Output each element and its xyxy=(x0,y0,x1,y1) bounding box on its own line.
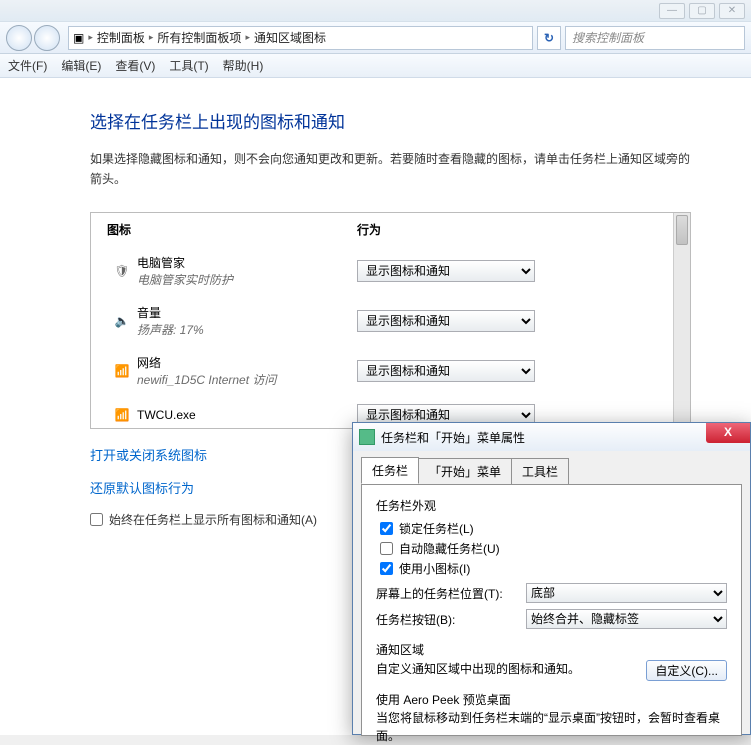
app-name: 网络 xyxy=(137,354,357,371)
shield-icon: 🛡 xyxy=(107,264,137,278)
app-subtitle: 电脑管家实时防护 xyxy=(137,271,357,288)
group-appearance: 任务栏外观 xyxy=(376,497,727,514)
small-icons-label: 使用小图标(I) xyxy=(399,560,470,577)
menu-view[interactable]: 查看(V) xyxy=(115,57,155,74)
menu-tools[interactable]: 工具(T) xyxy=(169,57,208,74)
chevron-icon: ▸ xyxy=(88,32,93,43)
app-name: 电脑管家 xyxy=(137,254,357,271)
maximize-button[interactable]: ▢ xyxy=(689,3,715,19)
tab-start-menu[interactable]: 「开始」菜单 xyxy=(418,458,512,485)
dialog-close-button[interactable]: X xyxy=(706,423,750,443)
app-subtitle: newifi_1D5C Internet 访问 xyxy=(137,371,357,388)
buttons-select[interactable]: 始终合并、隐藏标签 xyxy=(526,609,727,629)
tab-strip: 任务栏 「开始」菜单 工具栏 xyxy=(353,451,750,484)
scroll-thumb[interactable] xyxy=(676,215,688,245)
small-icons-checkbox[interactable] xyxy=(380,562,393,575)
autohide-label: 自动隐藏任务栏(U) xyxy=(399,540,500,557)
autohide-checkbox[interactable] xyxy=(380,542,393,555)
column-header-behavior: 行为 xyxy=(357,221,674,238)
tab-toolbars[interactable]: 工具栏 xyxy=(511,458,569,485)
dialog-title: 任务栏和「开始」菜单属性 xyxy=(381,429,525,446)
customize-button[interactable]: 自定义(C)... xyxy=(646,660,727,681)
table-row: 🛡 电脑管家 电脑管家实时防护 显示图标和通知 xyxy=(91,246,690,296)
crumb-notification-icons[interactable]: 通知区域图标 xyxy=(254,29,326,46)
notification-area-desc: 自定义通知区域中出现的图标和通知。 xyxy=(376,662,580,676)
app-name: TWCU.exe xyxy=(137,408,357,422)
menu-file[interactable]: 文件(F) xyxy=(8,57,47,74)
app-subtitle: 扬声器: 17% xyxy=(137,321,357,338)
page-description: 如果选择隐藏图标和通知，则不会向您通知更改和更新。若要随时查看隐藏的图标，请单击… xyxy=(90,149,691,190)
table-row: 🔈 音量 扬声器: 17% 显示图标和通知 xyxy=(91,296,690,346)
behavior-select[interactable]: 显示图标和通知 xyxy=(357,310,535,332)
dialog-titlebar[interactable]: 任务栏和「开始」菜单属性 X xyxy=(353,423,750,451)
chevron-icon: ▸ xyxy=(149,32,154,43)
minimize-button[interactable]: — xyxy=(659,3,685,19)
root-icon: ▣ xyxy=(73,31,84,45)
position-select[interactable]: 底部 xyxy=(526,583,727,603)
app-name: 音量 xyxy=(137,304,357,321)
menu-help[interactable]: 帮助(H) xyxy=(223,57,264,74)
crumb-all-items[interactable]: 所有控制面板项 xyxy=(157,29,241,46)
icon-behavior-grid: 图标 行为 🛡 电脑管家 电脑管家实时防护 显示图标和通知 🔈 音量 扬声器: … xyxy=(90,212,691,429)
refresh-button[interactable]: ↻ xyxy=(537,26,561,50)
scrollbar[interactable] xyxy=(673,213,690,428)
behavior-select[interactable]: 显示图标和通知 xyxy=(357,260,535,282)
aero-peek-title: 使用 Aero Peek 预览桌面 xyxy=(376,691,727,709)
aero-peek-desc: 当您将鼠标移动到任务栏末端的“显示桌面”按钮时，会暂时查看桌面。 xyxy=(376,709,727,745)
crumb-control-panel[interactable]: 控制面板 xyxy=(97,29,145,46)
tab-panel-taskbar: 任务栏外观 锁定任务栏(L) 自动隐藏任务栏(U) 使用小图标(I) 屏幕上的任… xyxy=(361,484,742,736)
lock-taskbar-label: 锁定任务栏(L) xyxy=(399,520,474,537)
signal-icon: 📶 xyxy=(107,408,137,422)
tab-taskbar[interactable]: 任务栏 xyxy=(361,457,419,484)
position-label: 屏幕上的任务栏位置(T): xyxy=(376,585,526,602)
forward-button[interactable] xyxy=(34,25,60,51)
close-button[interactable]: ✕ xyxy=(719,3,745,19)
search-input[interactable]: 搜索控制面板 xyxy=(565,26,745,50)
always-show-checkbox[interactable] xyxy=(90,513,103,526)
lock-taskbar-checkbox[interactable] xyxy=(380,522,393,535)
always-show-label: 始终在任务栏上显示所有图标和通知(A) xyxy=(109,511,317,528)
back-button[interactable] xyxy=(6,25,32,51)
menu-bar: 文件(F) 编辑(E) 查看(V) 工具(T) 帮助(H) xyxy=(0,54,751,78)
buttons-label: 任务栏按钮(B): xyxy=(376,611,526,628)
address-bar: ▣ ▸ 控制面板 ▸ 所有控制面板项 ▸ 通知区域图标 ↻ 搜索控制面板 xyxy=(0,22,751,54)
speaker-icon: 🔈 xyxy=(107,314,137,328)
table-row: 📶 网络 newifi_1D5C Internet 访问 显示图标和通知 xyxy=(91,346,690,396)
taskbar-properties-dialog: 任务栏和「开始」菜单属性 X 任务栏 「开始」菜单 工具栏 任务栏外观 锁定任务… xyxy=(352,422,751,735)
chevron-icon: ▸ xyxy=(245,32,250,43)
window-titlebar: — ▢ ✕ xyxy=(0,0,751,22)
dialog-icon xyxy=(359,429,375,445)
menu-edit[interactable]: 编辑(E) xyxy=(61,57,101,74)
breadcrumb[interactable]: ▣ ▸ 控制面板 ▸ 所有控制面板项 ▸ 通知区域图标 xyxy=(68,26,533,50)
page-title: 选择在任务栏上出现的图标和通知 xyxy=(90,108,691,133)
column-header-icon: 图标 xyxy=(107,221,357,238)
network-icon: 📶 xyxy=(107,364,137,378)
notification-area-title: 通知区域 xyxy=(376,641,727,658)
behavior-select[interactable]: 显示图标和通知 xyxy=(357,360,535,382)
